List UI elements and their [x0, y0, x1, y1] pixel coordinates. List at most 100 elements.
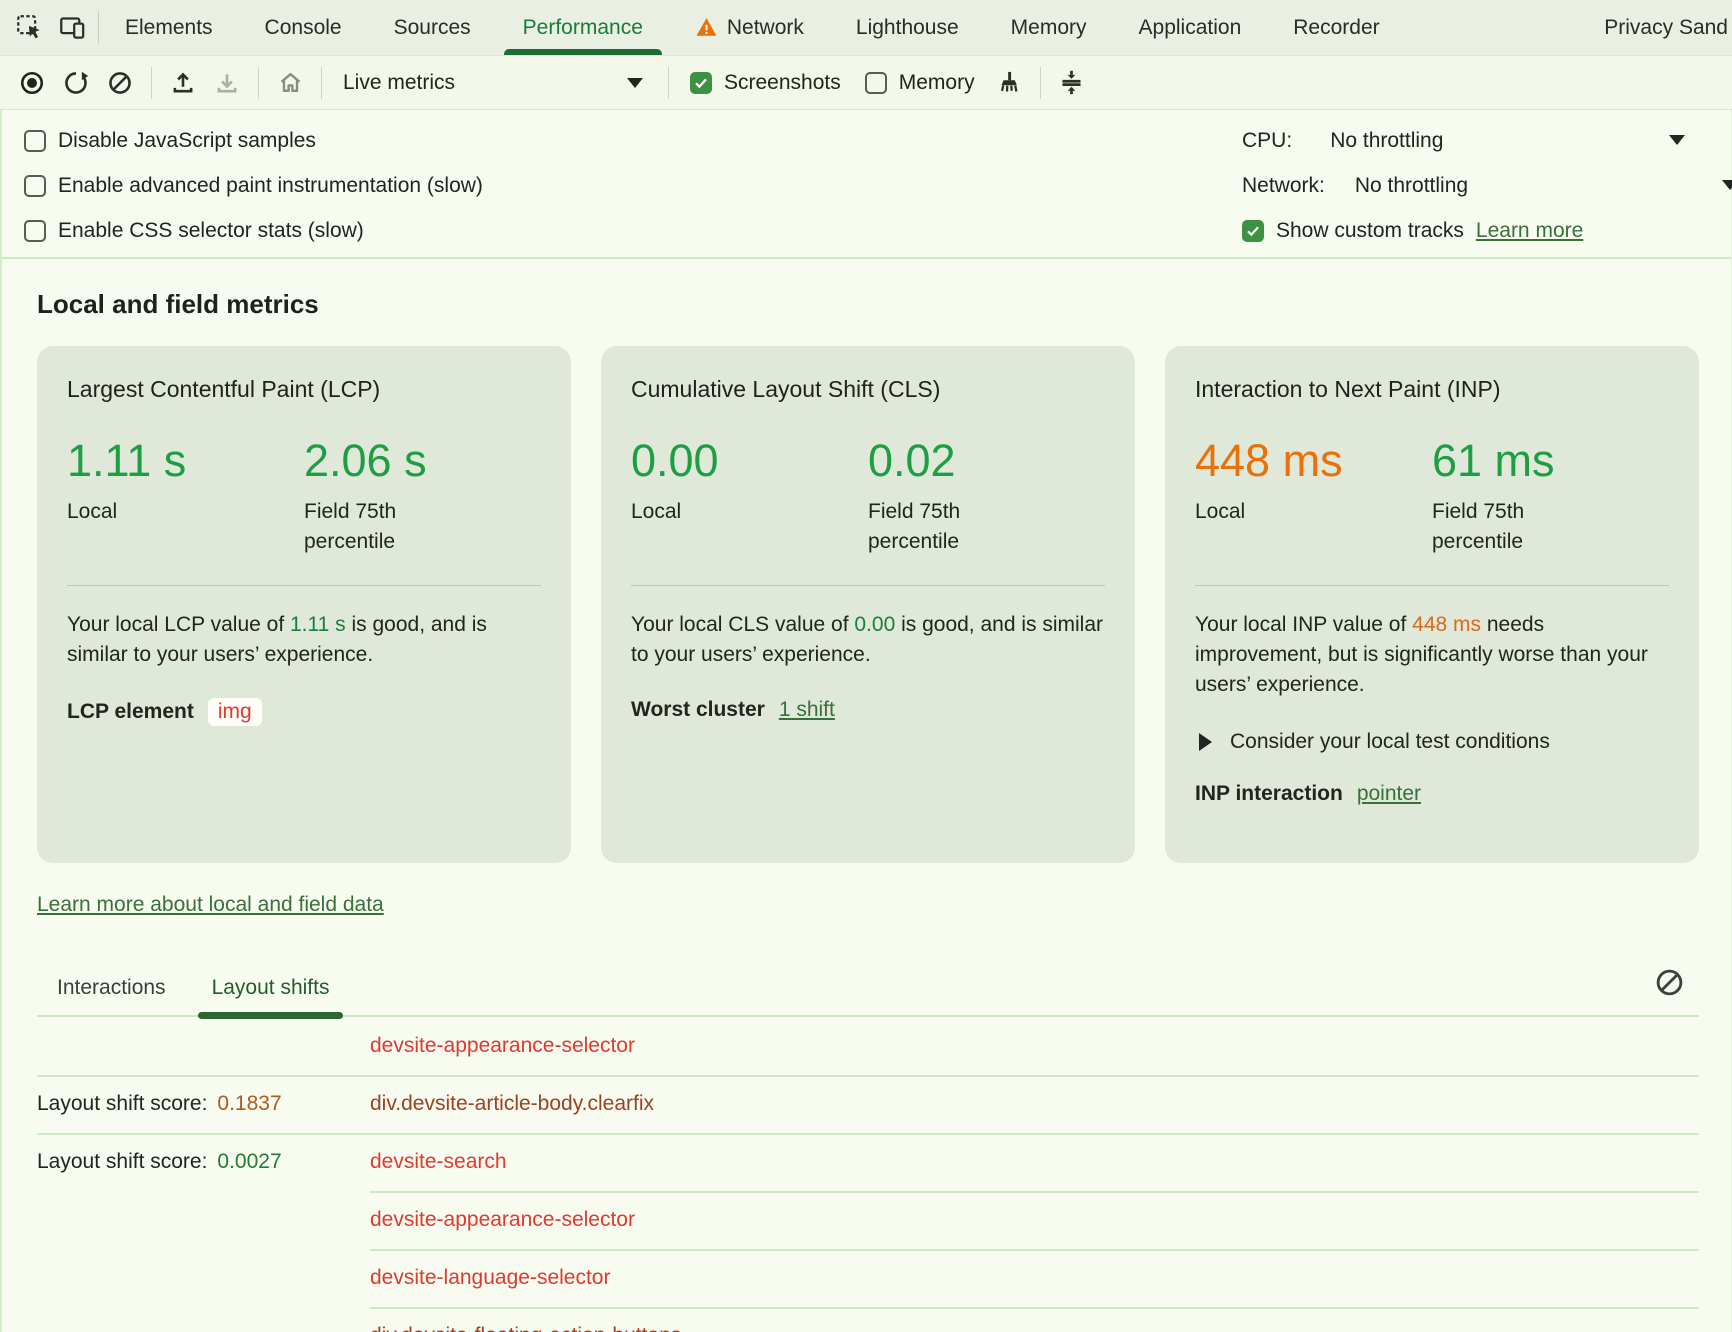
tab-network[interactable]: Network — [669, 0, 830, 55]
memory-checkbox[interactable]: Memory — [865, 71, 975, 95]
summary-value: 448 ms — [1412, 613, 1481, 636]
tab-label: Application — [1139, 16, 1242, 40]
shift-score-label: Layout shift score: — [37, 1092, 207, 1116]
tab-sources[interactable]: Sources — [368, 0, 497, 55]
panel-mode-select[interactable]: Live metrics — [331, 71, 659, 95]
worst-cluster-link[interactable]: 1 shift — [779, 698, 835, 722]
disable-js-samples-checkbox[interactable]: Disable JavaScript samples — [24, 129, 316, 153]
lcp-local-block: 1.11 s Local — [67, 435, 304, 557]
show-custom-tracks-checkbox[interactable]: Show custom tracks — [1242, 219, 1464, 243]
record-icon — [19, 70, 45, 96]
advanced-paint-checkbox[interactable]: Enable advanced paint instrumentation (s… — [24, 174, 483, 198]
cpu-label: CPU: — [1242, 129, 1292, 153]
cls-field-label: Field 75th percentile — [868, 497, 1028, 557]
field-data-learn-more-link[interactable]: Learn more about local and field data — [37, 893, 384, 917]
home-button[interactable] — [268, 62, 312, 104]
download-icon — [214, 70, 240, 96]
screenshots-checkbox[interactable]: Screenshots — [690, 71, 841, 95]
collapse-sections-button[interactable] — [1050, 62, 1094, 104]
inp-summary-text: Your local INP value of 448 ms needs imp… — [1195, 610, 1669, 700]
shift-score-label: Layout shift score: — [37, 1150, 207, 1174]
inp-card: Interaction to Next Paint (INP) 448 ms L… — [1165, 346, 1699, 863]
lcp-summary-text: Your local LCP value of 1.11 s is good, … — [67, 610, 541, 670]
lcp-local-label: Local — [67, 497, 227, 527]
summary-value: 0.00 — [854, 613, 895, 636]
tab-performance[interactable]: Performance — [497, 0, 669, 55]
reload-icon — [63, 70, 89, 96]
worst-cluster-label: Worst cluster — [631, 698, 765, 722]
cls-card: Cumulative Layout Shift (CLS) 0.00 Local… — [601, 346, 1135, 863]
cls-field-block: 0.02 Field 75th percentile — [868, 435, 1105, 557]
save-profile-button[interactable] — [205, 62, 249, 104]
log-tabs: Interactions Layout shifts — [37, 965, 1699, 1017]
lcp-element-label: LCP element — [67, 700, 194, 724]
custom-tracks-learn-more-link[interactable]: Learn more — [1476, 219, 1583, 243]
clear-icon — [1654, 967, 1685, 998]
inspect-element-icon[interactable] — [16, 14, 43, 41]
inp-local-block: 448 ms Local — [1195, 435, 1432, 557]
network-value: No throttling — [1355, 174, 1468, 198]
warning-icon — [695, 16, 718, 39]
active-tab-indicator — [504, 49, 662, 55]
performance-panel-content: Disable JavaScript samples Enable advanc… — [0, 110, 1732, 1332]
clear-button[interactable] — [98, 62, 142, 104]
card-divider — [1195, 585, 1669, 586]
lcp-element-node-link[interactable]: img — [208, 698, 262, 726]
tab-interactions[interactable]: Interactions — [57, 976, 166, 1015]
cpu-throttling-select[interactable]: CPU: No throttling — [1242, 118, 1731, 163]
shift-node-link[interactable]: div.devsite-article-body.clearfix — [370, 1092, 654, 1116]
lcp-field-value: 2.06 s — [304, 435, 541, 487]
network-throttling-select[interactable]: Network: No throttling — [1242, 163, 1731, 208]
devtools-window: Elements Console Sources Performance Net… — [0, 0, 1732, 1332]
cls-field-value: 0.02 — [868, 435, 1105, 487]
layout-shift-row: devsite-appearance-selector — [37, 1017, 1699, 1075]
css-selector-stats-checkbox[interactable]: Enable CSS selector stats (slow) — [24, 219, 364, 243]
tab-lighthouse[interactable]: Lighthouse — [830, 0, 985, 55]
summary-prefix: Your local LCP value of — [67, 613, 290, 636]
toolbar-divider — [151, 67, 152, 99]
cls-local-value: 0.00 — [631, 435, 868, 487]
memory-label: Memory — [899, 71, 975, 95]
performance-toolbar: Live metrics Screenshots Memory — [0, 56, 1732, 110]
shift-node-link[interactable]: devsite-appearance-selector — [370, 1208, 635, 1232]
shift-node-link[interactable]: devsite-appearance-selector — [370, 1034, 635, 1058]
clear-icon — [107, 70, 133, 96]
clear-log-button[interactable] — [1654, 967, 1685, 1003]
checkbox-checked-icon — [690, 72, 712, 94]
lcp-card: Largest Contentful Paint (LCP) 1.11 s Lo… — [37, 346, 571, 863]
lcp-field-label: Field 75th percentile — [304, 497, 464, 557]
device-toolbar-icon[interactable] — [59, 14, 86, 41]
inp-field-label: Field 75th percentile — [1432, 497, 1592, 557]
panel-mode-value: Live metrics — [343, 71, 455, 95]
local-test-conditions-disclosure[interactable]: Consider your local test conditions — [1195, 730, 1669, 754]
chevron-down-icon — [1669, 135, 1685, 145]
cls-local-block: 0.00 Local — [631, 435, 868, 557]
live-metrics-view: Local and field metrics Largest Contentf… — [2, 289, 1731, 1332]
tab-console[interactable]: Console — [239, 0, 368, 55]
lcp-card-title: Largest Contentful Paint (LCP) — [67, 376, 541, 403]
reload-and-record-button[interactable] — [54, 62, 98, 104]
devtools-tab-bar: Elements Console Sources Performance Net… — [0, 0, 1732, 56]
shift-score-value: 0.0027 — [217, 1150, 281, 1174]
shift-node-link[interactable]: devsite-search — [370, 1150, 507, 1174]
load-profile-button[interactable] — [161, 62, 205, 104]
tab-label: Recorder — [1293, 16, 1379, 40]
broom-icon — [995, 69, 1022, 96]
tab-memory[interactable]: Memory — [985, 0, 1113, 55]
inp-local-value: 448 ms — [1195, 435, 1432, 487]
cls-summary-text: Your local CLS value of 0.00 is good, an… — [631, 610, 1105, 670]
tab-privacy-sandbox[interactable]: Privacy Sand — [1578, 0, 1732, 55]
tab-recorder[interactable]: Recorder — [1267, 0, 1405, 55]
tab-layout-shifts[interactable]: Layout shifts — [212, 976, 330, 1015]
shift-node-link[interactable]: devsite-language-selector — [370, 1266, 610, 1290]
tab-label: Console — [265, 16, 342, 40]
capture-settings: Disable JavaScript samples Enable advanc… — [2, 110, 1731, 259]
record-button[interactable] — [10, 62, 54, 104]
tab-label: Lighthouse — [856, 16, 959, 40]
tab-bar-icon-group — [0, 0, 98, 55]
collect-garbage-button[interactable] — [987, 62, 1031, 104]
inp-interaction-link[interactable]: pointer — [1357, 782, 1421, 806]
tab-elements[interactable]: Elements — [99, 0, 239, 55]
tab-application[interactable]: Application — [1113, 0, 1268, 55]
shift-node-link[interactable]: div.devsite-floating-action-buttons — [370, 1324, 681, 1332]
